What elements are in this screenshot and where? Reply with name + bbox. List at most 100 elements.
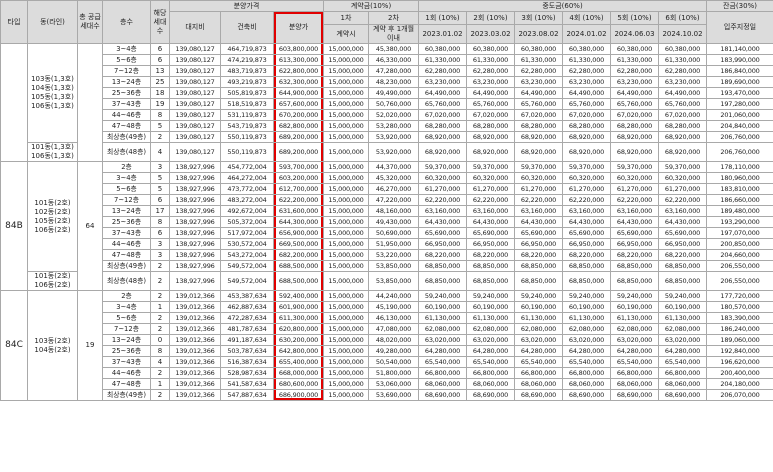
mid-2-cell: 68,280,000 [466, 120, 515, 132]
mid-1-cell: 63,230,000 [418, 76, 467, 88]
sale-price-cell: 612,700,000 [273, 183, 324, 195]
deposit-1-cell: 15,000,000 [323, 227, 369, 239]
mid-3-cell: 62,220,000 [514, 194, 563, 206]
building-cost-cell: 517,972,004 [220, 227, 274, 239]
building-cost-cell: 505,819,873 [220, 87, 274, 99]
header-sale-price: 분양가 [273, 11, 324, 44]
mid-5-cell: 68,850,000 [610, 260, 659, 272]
deposit-1-cell: 15,000,000 [323, 290, 369, 302]
units-cell: 19 [150, 98, 170, 110]
header-price-group: 분양가격 [169, 0, 324, 12]
land-cost-cell: 138,927,996 [169, 227, 221, 239]
mid-6-cell: 68,920,000 [658, 131, 707, 143]
mid-1-cell: 67,020,000 [418, 109, 467, 121]
mid-6-cell: 64,490,000 [658, 87, 707, 99]
deposit-2-cell: 45,380,000 [368, 43, 419, 55]
deposit-2-cell: 53,280,000 [368, 120, 419, 132]
sale-price-cell: 655,400,000 [273, 356, 324, 368]
units-cell: 5 [150, 120, 170, 132]
deposit-1-cell: 15,000,000 [323, 43, 369, 55]
floor-cell: 7~12층 [102, 65, 151, 77]
dong-cell: 103동(2호) 104동(2호) [27, 290, 78, 401]
mid-6-cell: 62,220,000 [658, 194, 707, 206]
units-cell: 2 [150, 312, 170, 324]
mid-1-cell: 68,690,000 [418, 389, 467, 401]
mid-5-cell: 59,370,000 [610, 161, 659, 173]
type-cell-84b: 84B [0, 161, 28, 291]
mid-6-cell: 61,130,000 [658, 312, 707, 324]
mid-6-cell: 67,020,000 [658, 109, 707, 121]
land-cost-cell: 139,080,127 [169, 43, 221, 55]
balance-cell: 204,840,000 [706, 120, 773, 132]
header-land-cost: 대지비 [169, 11, 221, 44]
mid-4-cell: 68,280,000 [562, 120, 611, 132]
mid-1-cell: 61,330,000 [418, 54, 467, 66]
mid-1-cell: 60,320,000 [418, 172, 467, 184]
sale-price-cell: 611,300,000 [273, 312, 324, 324]
deposit-2-cell: 49,490,000 [368, 87, 419, 99]
sale-price-cell: 642,800,000 [273, 345, 324, 357]
units-cell: 3 [150, 238, 170, 250]
building-cost-cell: 518,519,873 [220, 98, 274, 110]
building-cost-cell: 549,572,004 [220, 271, 274, 291]
mid-3-cell: 63,160,000 [514, 205, 563, 217]
mid-3-cell: 68,920,000 [514, 142, 563, 162]
deposit-1-cell: 15,000,000 [323, 334, 369, 346]
deposit-2-cell: 48,230,000 [368, 76, 419, 88]
table-row: 25~36층 8 138,927,996 505,372,004 644,300,000… [1, 216, 773, 228]
table-row: 101동(2호) 106동(2호) 최상층(48층) 2 138,927,996 549… [1, 271, 773, 291]
mid-3-cell: 59,370,000 [514, 161, 563, 173]
units-cell: 2 [150, 260, 170, 272]
table-row: 44~46층 8 139,080,127 531,119,873 670,200,000… [1, 109, 773, 121]
balance-cell: 193,290,000 [706, 216, 773, 228]
balance-cell: 189,480,000 [706, 205, 773, 217]
building-cost-cell: 550,119,873 [220, 142, 274, 162]
mid-2-cell: 68,220,000 [466, 249, 515, 261]
sale-price-cell: 670,200,000 [273, 109, 324, 121]
deposit-1-cell: 15,000,000 [323, 183, 369, 195]
floor-cell: 2층 [102, 290, 151, 302]
floor-cell: 최상층(48층) [102, 142, 151, 162]
deposit-1-cell: 15,000,000 [323, 367, 369, 379]
floor-cell: 44~46층 [102, 367, 151, 379]
header-deposit-2-sub: 계약 후 1개월 이내 [368, 24, 419, 44]
units-cell: 17 [150, 205, 170, 217]
mid-1-cell: 62,080,000 [418, 323, 467, 335]
balance-cell: 206,760,000 [706, 142, 773, 162]
mid-5-cell: 63,160,000 [610, 205, 659, 217]
deposit-1-cell: 15,000,000 [323, 98, 369, 110]
mid-6-cell: 60,190,000 [658, 301, 707, 313]
sale-price-cell: 644,900,000 [273, 87, 324, 99]
mid-5-cell: 68,280,000 [610, 120, 659, 132]
mid-1-cell: 66,950,000 [418, 238, 467, 250]
mid-6-cell: 61,270,000 [658, 183, 707, 195]
deposit-1-cell: 15,000,000 [323, 65, 369, 77]
floor-cell: 5~6층 [102, 312, 151, 324]
mid-5-cell: 62,080,000 [610, 323, 659, 335]
balance-cell: 186,240,000 [706, 323, 773, 335]
table-row: 7~12층 6 138,927,996 483,272,004 622,200,000 1… [1, 194, 773, 206]
mid-4-cell: 61,330,000 [562, 54, 611, 66]
units-cell: 13 [150, 65, 170, 77]
units-cell: 0 [150, 334, 170, 346]
mid-3-cell: 62,080,000 [514, 323, 563, 335]
deposit-2-cell: 52,020,000 [368, 109, 419, 121]
mid-3-cell: 66,950,000 [514, 238, 563, 250]
mid-3-cell: 68,280,000 [514, 120, 563, 132]
mid-6-cell: 68,690,000 [658, 389, 707, 401]
units-cell: 2 [150, 367, 170, 379]
mid-5-cell: 68,060,000 [610, 378, 659, 390]
mid-1-cell: 60,190,000 [418, 301, 467, 313]
mid-2-cell: 61,270,000 [466, 183, 515, 195]
mid-1-cell: 68,220,000 [418, 249, 467, 261]
land-cost-cell: 138,927,996 [169, 172, 221, 184]
floor-cell: 44~46층 [102, 238, 151, 250]
building-cost-cell: 530,572,004 [220, 238, 274, 250]
mid-6-cell: 60,380,000 [658, 43, 707, 55]
units-cell: 8 [150, 345, 170, 357]
land-cost-cell: 139,012,366 [169, 389, 221, 401]
mid-4-cell: 65,760,000 [562, 98, 611, 110]
mid-6-cell: 59,370,000 [658, 161, 707, 173]
table-row: 47~48층 3 138,927,996 543,272,004 682,200,000… [1, 249, 773, 261]
balance-cell: 192,840,000 [706, 345, 773, 357]
